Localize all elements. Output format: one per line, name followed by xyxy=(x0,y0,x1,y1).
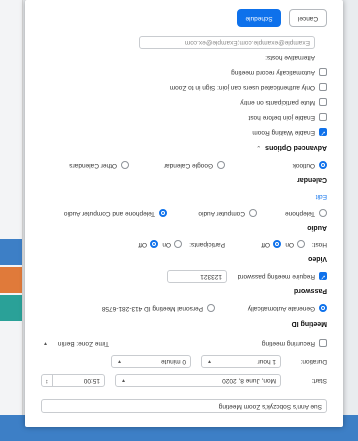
duration-hours-select[interactable]: 1 hour xyxy=(201,355,281,368)
participants-video-on-label: On xyxy=(162,241,171,248)
personal-id-label: Personal Meeting ID 413-281-6758 xyxy=(101,305,203,312)
chevron-down-icon: ▾ xyxy=(207,358,211,364)
start-time-value: 15:00 xyxy=(83,377,100,384)
participants-video-on-radio[interactable] xyxy=(174,240,182,248)
timezone-select[interactable]: Time Zone: Berlin xyxy=(58,340,109,347)
google-calendar-label: Google Calendar xyxy=(163,162,213,169)
waiting-room-checkbox[interactable] xyxy=(319,128,327,136)
other-calendars-radio[interactable] xyxy=(121,161,129,169)
participants-video-off-label: Off xyxy=(138,241,147,248)
require-password-checkbox[interactable] xyxy=(319,272,327,280)
schedule-meeting-dialog: Sue Ann's Sobczyk's Zoom Meeting Start: … xyxy=(25,0,343,427)
start-time-picker[interactable]: 15:00 ↕ xyxy=(41,374,105,387)
generate-id-label: Generate Automatically xyxy=(247,305,315,312)
password-heading: Password xyxy=(293,287,327,294)
waiting-room-label: Enable Waiting Room xyxy=(252,129,315,136)
join-before-host-checkbox[interactable] xyxy=(319,113,327,121)
start-date-value: Mon, June 8, 2020 xyxy=(222,377,276,384)
host-video-on-radio[interactable] xyxy=(297,240,305,248)
meeting-id-heading: Meeting ID xyxy=(291,320,327,327)
chevron-down-icon: ▾ xyxy=(43,340,47,346)
schedule-button[interactable]: Schedule xyxy=(237,9,281,27)
cancel-button[interactable]: Cancel xyxy=(289,9,327,27)
start-date-picker[interactable]: Mon, June 8, 2020 xyxy=(115,374,281,387)
telephone-radio[interactable] xyxy=(319,209,327,217)
time-stepper-icon[interactable]: ↕ xyxy=(42,374,53,387)
participants-video-off-radio[interactable] xyxy=(150,240,158,248)
password-input[interactable]: 123321 xyxy=(167,270,227,283)
background-block xyxy=(0,267,22,293)
telephone-and-computer-label: Telephone and Computer Audio xyxy=(63,210,155,217)
background-panel xyxy=(0,0,23,415)
host-video-label: Host: xyxy=(311,241,327,248)
generate-id-radio[interactable] xyxy=(319,304,327,312)
alternative-hosts-input[interactable]: Example@example.com;Example@ex.com xyxy=(139,36,315,49)
join-before-host-label: Enable join before host xyxy=(248,114,316,121)
duration-minutes-select[interactable]: 0 minute xyxy=(111,355,191,368)
participants-video-label: Participants: xyxy=(189,241,225,248)
authenticated-users-checkbox[interactable] xyxy=(319,83,327,91)
advanced-options-toggle[interactable]: Advanced Options ⌄ xyxy=(256,144,327,151)
other-calendars-label: Other Calendars xyxy=(69,162,117,169)
host-video-off-label: Off xyxy=(261,241,270,248)
mute-on-entry-label: Mute participants on entry xyxy=(240,99,315,106)
telephone-and-computer-radio[interactable] xyxy=(159,209,167,217)
video-heading: Video xyxy=(308,255,327,262)
chevron-down-icon: ▾ xyxy=(117,358,121,364)
advanced-options-label: Advanced Options xyxy=(265,144,327,151)
authenticated-users-label: Only authenticated users can join: Sign … xyxy=(169,84,315,91)
require-password-label: Require meeting password xyxy=(237,273,315,280)
mute-on-entry-checkbox[interactable] xyxy=(319,98,327,106)
computer-audio-radio[interactable] xyxy=(249,209,257,217)
host-video-off-radio[interactable] xyxy=(273,240,281,248)
auto-record-checkbox[interactable] xyxy=(319,68,327,76)
background-block xyxy=(0,295,22,321)
duration-label: Duration: xyxy=(300,358,327,365)
chevron-down-icon: ▾ xyxy=(121,377,125,383)
outlook-radio[interactable] xyxy=(319,161,327,169)
duration-minutes-value: 0 minute xyxy=(161,358,186,365)
edit-audio-link[interactable]: Edit xyxy=(316,193,327,200)
recurring-checkbox[interactable] xyxy=(319,339,327,347)
duration-hours-value: 1 hour xyxy=(257,358,276,365)
recurring-label: Recurring meeting xyxy=(261,340,315,347)
topic-input[interactable]: Sue Ann's Sobczyk's Zoom Meeting xyxy=(41,399,327,413)
host-video-on-label: On xyxy=(285,241,294,248)
outlook-label: Outlook xyxy=(292,162,315,169)
personal-id-radio[interactable] xyxy=(207,304,215,312)
google-calendar-radio[interactable] xyxy=(217,161,225,169)
start-label: Start: xyxy=(311,377,327,384)
telephone-label: Telephone xyxy=(285,210,315,217)
chevron-down-icon: ⌄ xyxy=(256,144,262,150)
alternative-hosts-label: Alternative hosts: xyxy=(265,54,315,61)
auto-record-label: Automatically record meeting xyxy=(231,69,315,76)
computer-audio-label: Computer Audio xyxy=(198,210,245,217)
audio-heading: Audio xyxy=(307,224,327,231)
calendar-heading: Calendar xyxy=(297,176,327,183)
background-block xyxy=(0,239,22,265)
